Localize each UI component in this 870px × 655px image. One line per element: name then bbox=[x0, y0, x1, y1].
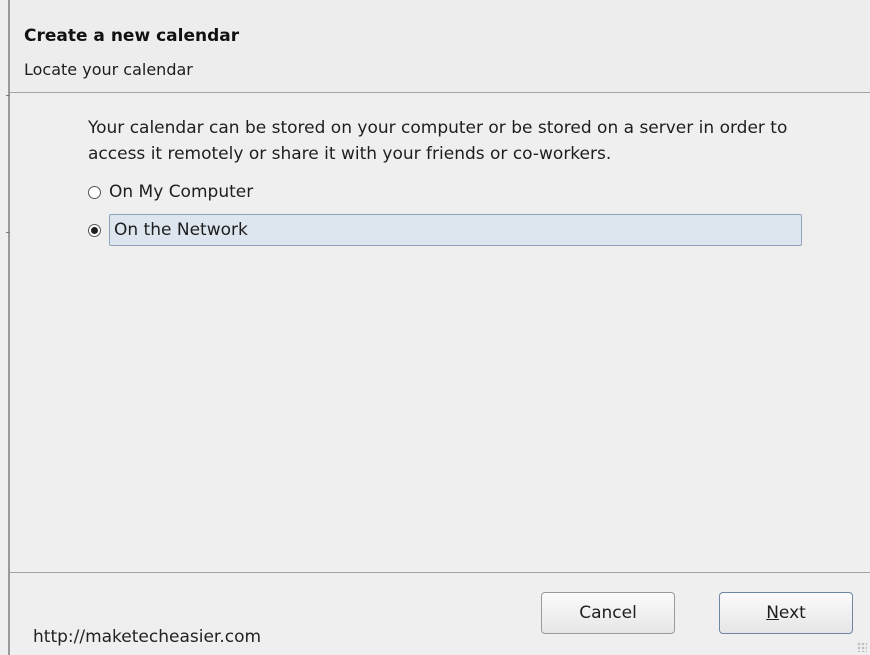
wizard-header: Create a new calendar Locate your calend… bbox=[10, 0, 870, 93]
page-subtitle: Locate your calendar bbox=[24, 60, 193, 79]
next-label-rest: ext bbox=[778, 603, 806, 623]
wizard-footer: http://maketecheasier.com Cancel Next bbox=[10, 573, 870, 655]
option-on-my-computer[interactable]: On My Computer bbox=[88, 177, 253, 207]
cancel-button[interactable]: Cancel bbox=[541, 592, 675, 634]
next-button[interactable]: Next bbox=[719, 592, 853, 634]
option-label[interactable]: On the Network bbox=[114, 220, 248, 240]
resize-grip-icon[interactable] bbox=[857, 642, 867, 652]
selected-option-highlight[interactable]: On the Network bbox=[109, 214, 802, 246]
radio-checked-icon[interactable] bbox=[88, 223, 101, 237]
next-mnemonic: N bbox=[766, 603, 779, 623]
calendar-wizard-window: Create a new calendar Locate your calend… bbox=[0, 0, 870, 655]
location-description: Your calendar can be stored on your comp… bbox=[88, 118, 788, 164]
page-title: Create a new calendar bbox=[24, 26, 240, 46]
watermark-text: http://maketecheasier.com bbox=[33, 627, 262, 647]
option-on-the-network[interactable]: On the Network bbox=[88, 214, 802, 246]
wizard-content: Your calendar can be stored on your comp… bbox=[10, 94, 870, 572]
option-label[interactable]: On My Computer bbox=[109, 182, 253, 202]
radio-unchecked-icon[interactable] bbox=[88, 185, 101, 199]
